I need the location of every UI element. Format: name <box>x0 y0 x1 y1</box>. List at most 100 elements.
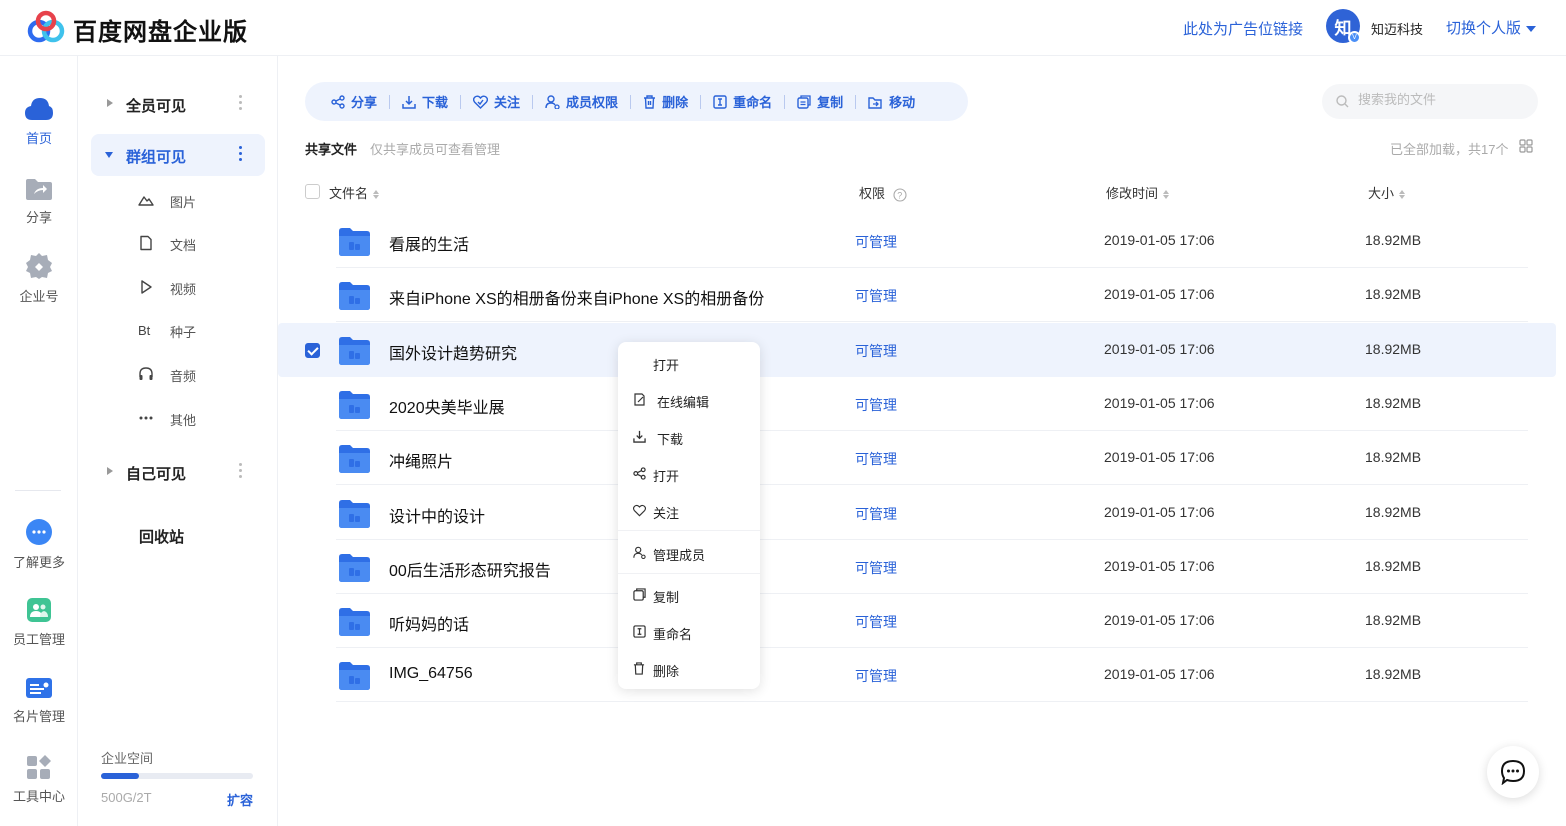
rail-item-card[interactable]: 名片管理 <box>0 676 78 725</box>
file-modified-time: 2019-01-05 17:06 <box>1104 341 1215 357</box>
table-row[interactable]: 2020央美毕业展 可管理 2019-01-05 17:06 18.92MB <box>278 377 1556 431</box>
ctx-open[interactable]: 打开 <box>618 350 760 376</box>
copy-icon <box>797 94 811 109</box>
ctx-rename[interactable]: 重命名 <box>618 619 760 645</box>
svg-text:Bt: Bt <box>138 323 151 338</box>
table-row[interactable]: 00后生活形态研究报告 可管理 2019-01-05 17:06 18.92MB <box>278 540 1556 594</box>
more-vertical-icon[interactable] <box>239 146 243 164</box>
search-box[interactable] <box>1322 84 1538 119</box>
ad-link[interactable]: 此处为广告位链接 <box>1183 18 1303 39</box>
rail-item-home[interactable]: 首页 <box>0 96 78 147</box>
file-permission[interactable]: 可管理 <box>855 449 897 469</box>
copy-button[interactable]: 复制 <box>797 92 843 111</box>
rail-item-share[interactable]: 分享 <box>0 177 78 226</box>
grid-view-icon[interactable] <box>1519 139 1533 153</box>
ctx-follow[interactable]: 关注 <box>618 498 760 524</box>
rail-item-staff[interactable]: 员工管理 <box>0 597 78 648</box>
row-checkbox[interactable] <box>305 343 320 358</box>
column-name[interactable]: 文件名 <box>329 183 380 202</box>
enterprise-gear-icon <box>26 253 52 279</box>
rail-item-learn-more[interactable]: 了解更多 <box>0 518 78 571</box>
toolbar-divider <box>389 94 391 109</box>
rail-item-enterprise[interactable]: 企业号 <box>0 252 78 305</box>
select-all-checkbox[interactable] <box>305 184 320 199</box>
file-permission[interactable]: 可管理 <box>855 612 897 632</box>
folder-icon <box>339 228 370 256</box>
ctx-copy[interactable]: 复制 <box>618 582 760 608</box>
company-name[interactable]: 知迈科技 <box>1371 19 1423 38</box>
column-size[interactable]: 大小 <box>1368 183 1406 202</box>
toolbar-divider <box>460 94 462 109</box>
file-name[interactable]: 2020央美毕业展 <box>389 394 505 418</box>
ctx-download[interactable]: 下载 <box>618 424 760 450</box>
rename-button[interactable]: 重命名 <box>713 92 772 111</box>
member-icon <box>633 546 646 559</box>
file-name[interactable]: 听妈妈的话 <box>389 611 469 635</box>
share-icon <box>331 94 345 109</box>
column-time[interactable]: 修改时间 <box>1106 183 1170 202</box>
list-subtitle: 仅共享成员可查看管理 <box>370 142 501 157</box>
file-permission[interactable]: 可管理 <box>855 232 897 252</box>
nav-group-group-visible[interactable]: 群组可见 <box>91 134 265 176</box>
table-row[interactable]: 设计中的设计 可管理 2019-01-05 17:06 18.92MB <box>278 486 1556 540</box>
file-permission[interactable]: 可管理 <box>855 558 897 578</box>
file-name[interactable]: 冲绳照片 <box>389 448 453 472</box>
download-button[interactable]: 下载 <box>402 92 448 111</box>
help-icon[interactable]: ? <box>893 188 907 202</box>
file-permission[interactable]: 可管理 <box>855 395 897 415</box>
file-permission[interactable]: 可管理 <box>855 666 897 686</box>
file-size: 18.92MB <box>1365 232 1422 248</box>
move-button[interactable]: 移动 <box>868 92 915 111</box>
folder-icon <box>339 391 370 419</box>
table-row[interactable]: 来自iPhone XS的相册备份来自iPhone XS的相册备份 可管理 2019-… <box>278 268 1556 322</box>
ctx-online-edit[interactable]: 在线编辑 <box>618 387 760 413</box>
brand-title: 百度网盘企业版 <box>73 19 248 46</box>
file-name[interactable]: 看展的生活 <box>389 231 469 255</box>
folder-icon <box>339 445 370 473</box>
file-permission[interactable]: 可管理 <box>855 286 897 306</box>
file-modified-time: 2019-01-05 17:06 <box>1104 395 1215 411</box>
table-row[interactable]: 看展的生活 可管理 2019-01-05 17:06 18.92MB <box>278 214 1556 268</box>
audio-icon <box>139 367 153 380</box>
search-input[interactable] <box>1358 92 1528 107</box>
recycle-bin[interactable]: 回收站 <box>139 526 184 547</box>
table-row[interactable]: 听妈妈的话 可管理 2019-01-05 17:06 18.92MB <box>278 594 1556 648</box>
file-name[interactable]: IMG_64756 <box>389 665 473 683</box>
file-modified-time: 2019-01-05 17:06 <box>1104 286 1215 302</box>
ctx-share-open[interactable]: 打开 <box>618 461 760 487</box>
share-button[interactable]: 分享 <box>331 92 377 111</box>
file-permission[interactable]: 可管理 <box>855 504 897 524</box>
file-name[interactable]: 设计中的设计 <box>389 503 485 527</box>
table-row[interactable]: IMG_64756 可管理 2019-01-05 17:06 18.92MB <box>278 648 1556 702</box>
nav-group-all-visible[interactable]: 全员可见 <box>91 83 265 125</box>
search-icon <box>1336 95 1349 108</box>
member-permission-button[interactable]: 成员权限 <box>545 92 618 111</box>
table-row[interactable]: 国外设计趋势研究 可管理 2019-01-05 17:06 18.92MB <box>278 323 1556 377</box>
trash-icon <box>633 662 645 675</box>
verified-badge-icon: V <box>1348 31 1361 44</box>
file-name[interactable]: 国外设计趋势研究 <box>389 340 517 364</box>
sort-icon <box>373 190 380 200</box>
more-vertical-icon[interactable] <box>239 95 243 113</box>
more-vertical-icon[interactable] <box>239 463 243 481</box>
delete-button[interactable]: 删除 <box>643 92 688 111</box>
file-size: 18.92MB <box>1365 558 1422 574</box>
file-name[interactable]: 00后生活形态研究报告 <box>389 557 551 581</box>
switch-personal-button[interactable]: 切换个人版 <box>1446 17 1537 38</box>
file-size: 18.92MB <box>1365 612 1422 628</box>
table-row[interactable]: 冲绳照片 可管理 2019-01-05 17:06 18.92MB <box>278 431 1556 485</box>
member-icon <box>545 94 560 109</box>
ctx-manage-members[interactable]: 管理成员 <box>618 540 760 566</box>
expand-space-button[interactable]: 扩容 <box>227 790 253 809</box>
file-permission[interactable]: 可管理 <box>855 341 897 361</box>
chat-button[interactable] <box>1487 746 1539 798</box>
file-name[interactable]: 来自iPhone XS的相册备份来自iPhone XS的相册备份 <box>389 285 764 309</box>
ctx-delete[interactable]: 删除 <box>618 656 760 682</box>
caret-right-icon <box>107 467 113 475</box>
rail-item-tools[interactable]: 工具中心 <box>0 754 78 805</box>
folder-icon <box>339 608 370 636</box>
nav-group-self-visible[interactable]: 自己可见 <box>91 451 265 493</box>
follow-button[interactable]: 关注 <box>473 92 520 111</box>
folder-icon <box>339 500 370 528</box>
list-title: 共享文件 <box>305 142 358 157</box>
